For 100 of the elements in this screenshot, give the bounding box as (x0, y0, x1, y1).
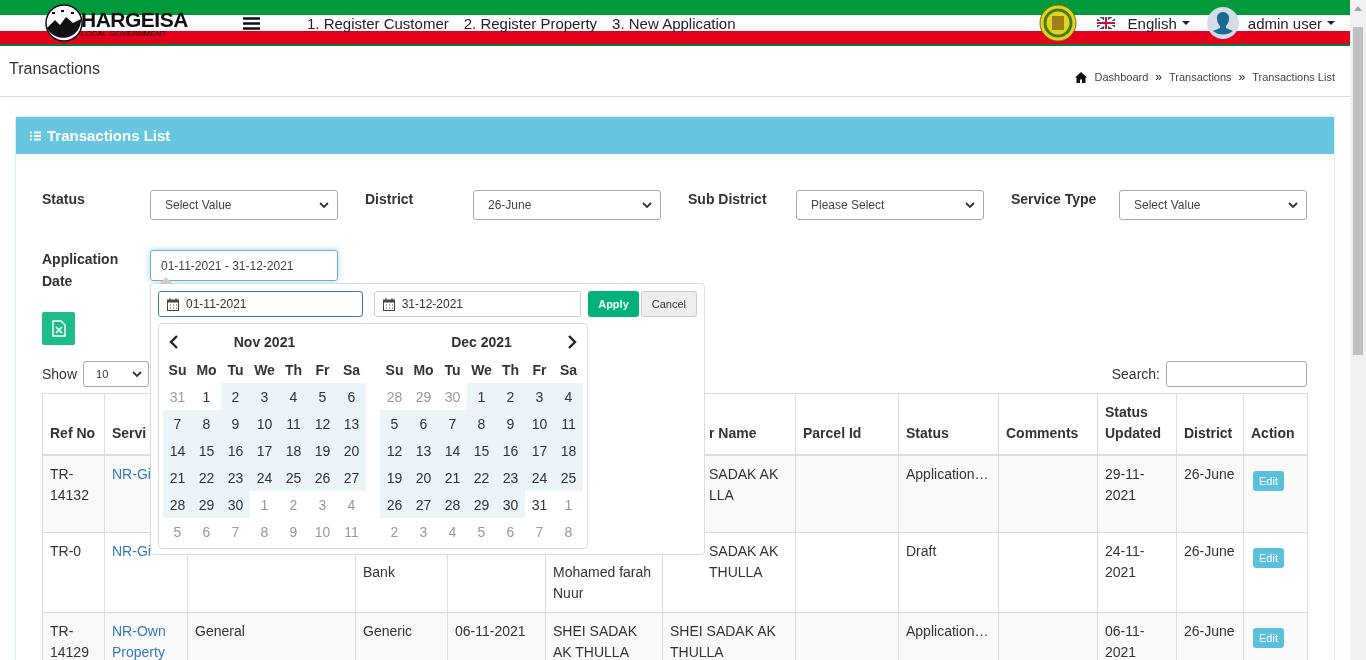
calendar-day[interactable]: 18 (279, 437, 308, 464)
calendar-day[interactable]: 3 (525, 383, 554, 410)
cancel-button[interactable]: Cancel (640, 291, 697, 317)
calendar-day[interactable]: 22 (467, 464, 496, 491)
calendar-day[interactable]: 5 (308, 383, 337, 410)
search-field[interactable] (1166, 361, 1307, 387)
calendar-day[interactable]: 8 (192, 410, 221, 437)
calendar-day[interactable]: 5 (380, 410, 409, 437)
filter-select[interactable]: Select Value (1119, 190, 1307, 220)
table-cell-text: TR-0 (50, 541, 83, 561)
filter-select[interactable]: 26-June (473, 190, 661, 220)
calendar-day[interactable]: 3 (250, 383, 279, 410)
calendar-day[interactable]: 10 (525, 410, 554, 437)
filter-select[interactable]: Please Select (796, 190, 984, 220)
start-date-field[interactable]: 01-11-2021 (158, 291, 363, 317)
calendar-day[interactable]: 30 (221, 491, 250, 518)
user-dropdown[interactable]: admin user (1247, 14, 1335, 32)
calendar-day[interactable]: 2 (221, 383, 250, 410)
weekday-label: Mo (412, 360, 435, 380)
calendar-day[interactable]: 18 (554, 437, 583, 464)
calendar-day[interactable]: 30 (496, 491, 525, 518)
calendar-day[interactable]: 2 (496, 383, 525, 410)
calendar-day[interactable]: 23 (221, 464, 250, 491)
calendar-day[interactable]: 11 (279, 410, 308, 437)
table-cell-text: SADAK AK LLA (709, 465, 780, 505)
calendar-day[interactable]: 6 (409, 410, 438, 437)
calendar-day[interactable]: 17 (525, 437, 554, 464)
calendar-day[interactable]: 20 (409, 464, 438, 491)
calendar-day[interactable]: 28 (163, 491, 192, 518)
column-header: Comments (1006, 425, 1079, 441)
date-range-field[interactable]: 01-11-2021 - 31-12-2021 (150, 250, 338, 281)
calendar-day[interactable]: 24 (525, 464, 554, 491)
calendar-day[interactable]: 26 (380, 491, 409, 518)
calendar-day[interactable]: 15 (192, 437, 221, 464)
chevron-right-icon[interactable] (567, 335, 577, 349)
chevron-down-icon (1288, 201, 1298, 209)
calendar-day[interactable]: 29 (192, 491, 221, 518)
weekday-label: We (253, 360, 276, 380)
calendar-day[interactable]: 14 (438, 437, 467, 464)
calendar-day[interactable]: 28 (438, 491, 467, 518)
calendar-day[interactable]: 9 (496, 410, 525, 437)
calendar-day[interactable]: 8 (467, 410, 496, 437)
breadcrumb-link[interactable]: Transactions List (1252, 71, 1335, 83)
table-cell-text: General (195, 621, 246, 641)
calendar-day[interactable]: 25 (279, 464, 308, 491)
calendar-day[interactable]: 1 (192, 383, 221, 410)
calendar-day[interactable]: 16 (496, 437, 525, 464)
calendar-day[interactable]: 26 (308, 464, 337, 491)
calendar-day[interactable]: 14 (163, 437, 192, 464)
calendar-day[interactable]: 24 (250, 464, 279, 491)
calendar-day[interactable]: 27 (409, 491, 438, 518)
table-cell-text: Mohamed farah Nuur (553, 562, 653, 603)
calendar-day[interactable]: 17 (250, 437, 279, 464)
end-date-field[interactable]: 31-12-2021 (373, 291, 582, 317)
calendar-day[interactable]: 10 (250, 410, 279, 437)
menu-icon[interactable] (243, 16, 260, 30)
nav-link[interactable]: 1. Register Customer (307, 14, 449, 32)
column-header: Status Updated (1105, 404, 1161, 441)
calendar-day[interactable]: 20 (337, 437, 366, 464)
calendar-day[interactable]: 7 (163, 410, 192, 437)
calendar-day[interactable]: 31 (525, 491, 554, 518)
breadcrumb-link[interactable]: Transactions (1169, 71, 1232, 83)
scrollbar[interactable] (1350, 0, 1366, 660)
calendar-day[interactable]: 12 (380, 437, 409, 464)
calendar-day[interactable]: 16 (221, 437, 250, 464)
calendar-day[interactable]: 23 (496, 464, 525, 491)
calendar-day[interactable]: 7 (438, 410, 467, 437)
nav-link[interactable]: 2. Register Property (463, 14, 598, 32)
calendar-day[interactable]: 13 (409, 437, 438, 464)
language-dropdown[interactable]: English (1127, 14, 1190, 32)
calendar-day[interactable]: 13 (337, 410, 366, 437)
calendar-day[interactable]: 4 (554, 383, 583, 410)
calendar-day[interactable]: 19 (308, 437, 337, 464)
page-size-select[interactable]: 10 (83, 361, 150, 387)
calendar-day[interactable]: 27 (337, 464, 366, 491)
calendar-day[interactable]: 19 (380, 464, 409, 491)
calendar-day[interactable]: 12 (308, 410, 337, 437)
filter-select[interactable]: Select Value (150, 190, 338, 220)
calendar-day[interactable]: 4 (279, 383, 308, 410)
breadcrumb-separator: » (1155, 70, 1162, 84)
avatar-icon[interactable] (1206, 7, 1239, 39)
table-cell-text: Bank (363, 562, 396, 582)
calendar-day[interactable]: 29 (467, 491, 496, 518)
chevron-left-icon[interactable] (169, 335, 179, 349)
table-cell-text: Draft (906, 541, 938, 561)
weekday-label: Fr (314, 360, 331, 380)
calendar-day[interactable]: 1 (467, 383, 496, 410)
nav-link[interactable]: 3. New Application (612, 14, 736, 32)
calendar-day[interactable]: 21 (163, 464, 192, 491)
calendar-day[interactable]: 6 (337, 383, 366, 410)
table-cell-text: 24-11-2021 (1105, 541, 1146, 582)
calendar-day[interactable]: 21 (438, 464, 467, 491)
breadcrumb-link[interactable]: Dashboard (1094, 71, 1149, 83)
calendar-day[interactable]: 22 (192, 464, 221, 491)
calendar-day[interactable]: 25 (554, 464, 583, 491)
calendar-day[interactable]: 15 (467, 437, 496, 464)
chevron-down-icon (132, 370, 143, 378)
calendar-day[interactable]: 11 (554, 410, 583, 437)
column-header: Status (906, 425, 949, 441)
calendar-day[interactable]: 9 (221, 410, 250, 437)
